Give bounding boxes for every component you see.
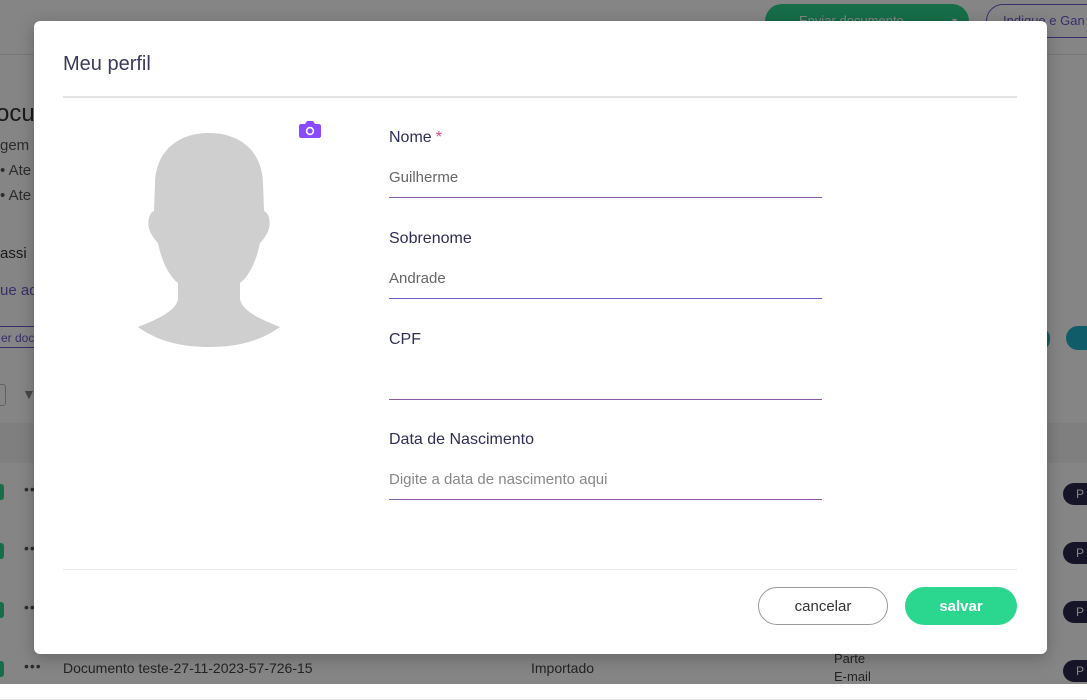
- cpf-label: CPF: [389, 331, 421, 348]
- birth-date-label: Data de Nascimento: [389, 431, 534, 448]
- cpf-input[interactable]: [389, 364, 822, 394]
- divider: [63, 96, 1017, 98]
- camera-icon[interactable]: [298, 119, 322, 139]
- first-name-label: Nome *: [389, 129, 442, 146]
- avatar: [138, 133, 280, 347]
- modal-title: Meu perfil: [63, 53, 151, 75]
- first-name-input[interactable]: [389, 162, 822, 192]
- input-underline: [389, 298, 822, 299]
- cancel-button[interactable]: cancelar: [758, 587, 888, 625]
- save-button[interactable]: salvar: [905, 587, 1017, 625]
- input-underline: [389, 399, 822, 400]
- last-name-input[interactable]: [389, 263, 822, 293]
- profile-modal: Meu perfil Nome* Sobrenome CPF Data de N…: [34, 21, 1047, 654]
- birth-date-input[interactable]: [389, 464, 822, 494]
- input-underline: [389, 197, 822, 198]
- input-underline: [389, 499, 822, 500]
- last-name-label: Sobrenome: [389, 230, 472, 247]
- divider: [63, 569, 1017, 570]
- required-mark: *: [435, 129, 442, 146]
